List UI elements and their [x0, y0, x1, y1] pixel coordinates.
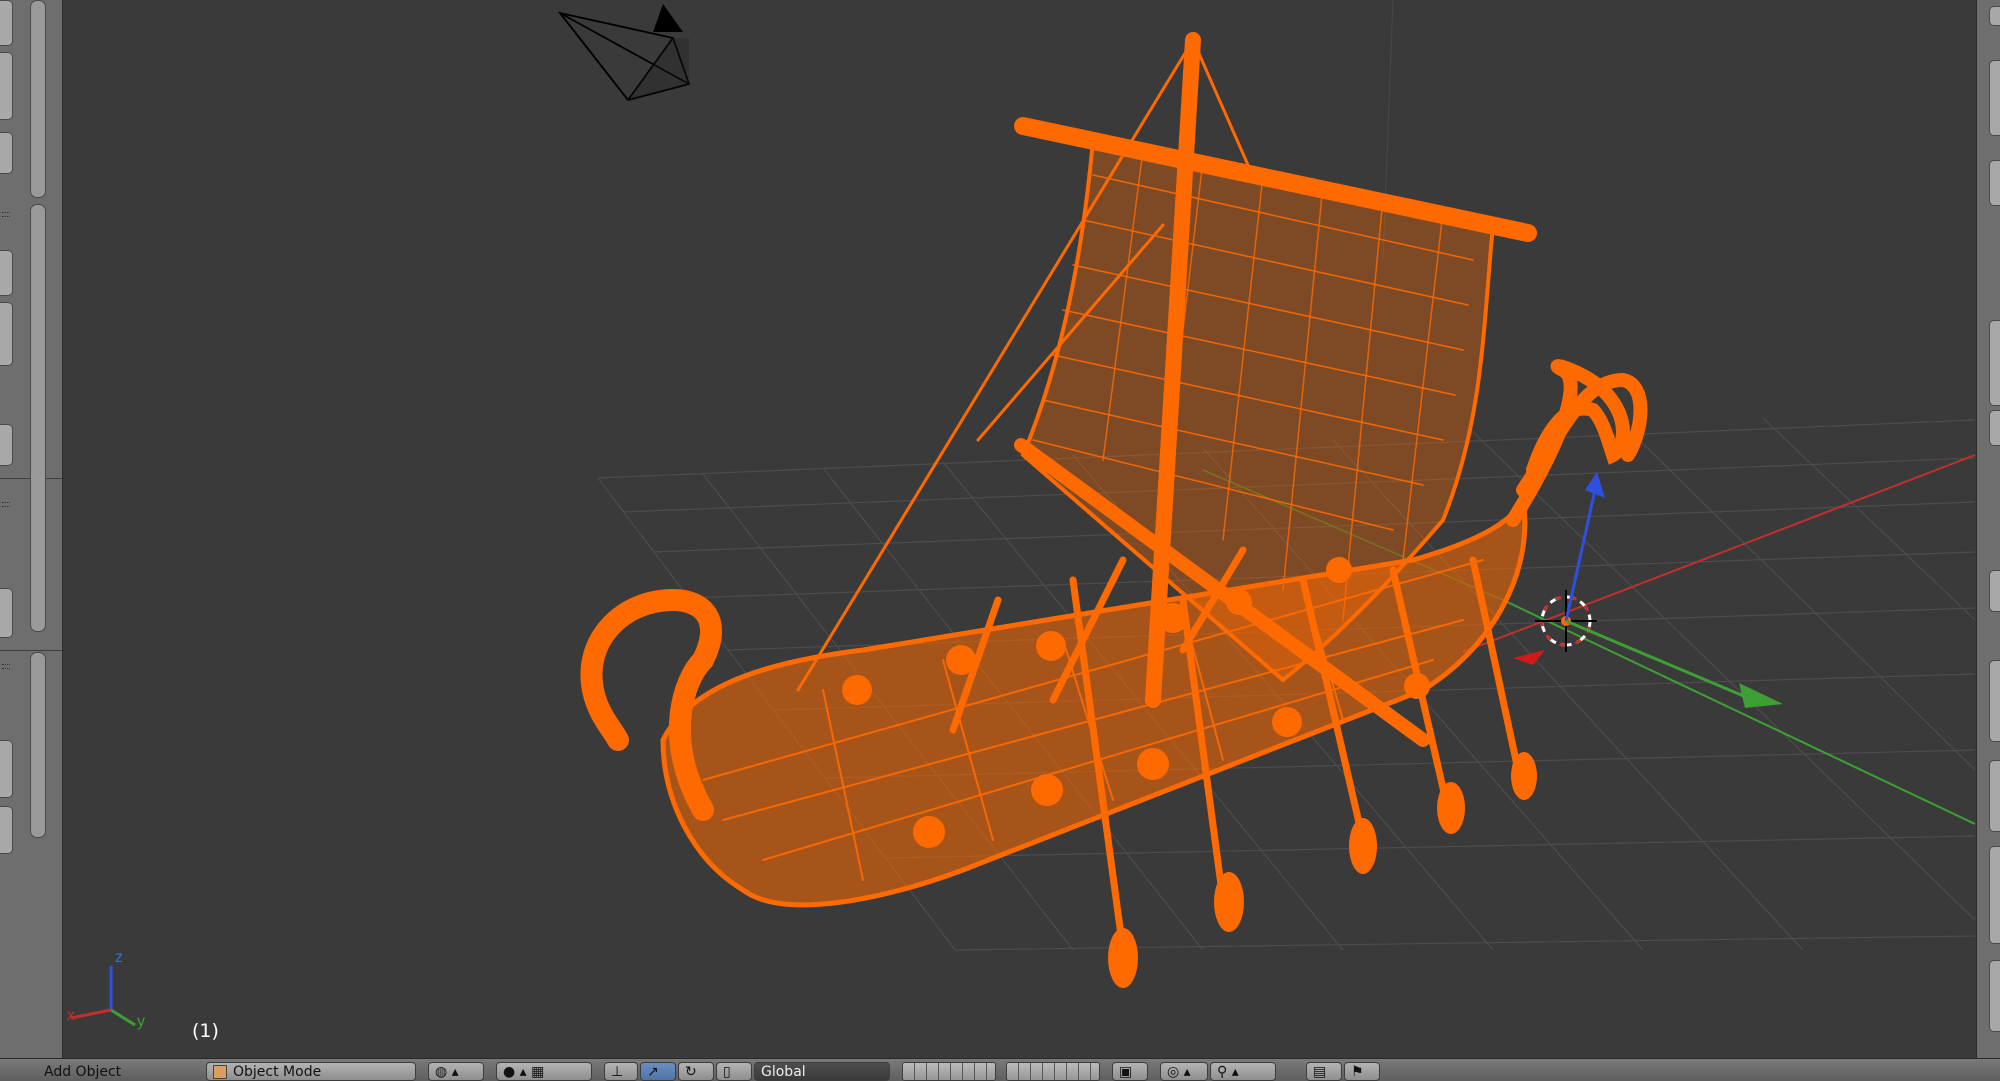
tool-shelf-tab-physics[interactable] [0, 302, 13, 366]
manipulator-toggle[interactable]: ⊥ [604, 1062, 638, 1081]
tool-shelf-scrollbar-top[interactable] [30, 0, 46, 198]
mode-selector-label: Object Mode [233, 1064, 322, 1080]
scale-button[interactable]: ▯ [716, 1062, 752, 1081]
layers-grid-2[interactable] [1006, 1062, 1100, 1081]
properties-shelf [1976, 0, 2000, 1058]
y-axis-line [1502, 599, 1975, 825]
viewport-canvas[interactable]: z y x [63, 0, 1975, 1058]
panel-drag-handle[interactable] [2, 212, 10, 217]
proportional-edit-button[interactable]: ◎ ▴ [1160, 1062, 1208, 1081]
proportional-edit-icon: ◎ ▴ [1167, 1064, 1191, 1080]
gizmo-y-label: y [137, 1013, 145, 1030]
properties-shelf-tab[interactable] [1989, 846, 2000, 944]
tool-shelf-tab-extra[interactable] [0, 806, 13, 854]
panel-divider [0, 650, 62, 651]
render-animation-icon: ⚑ [1351, 1064, 1364, 1080]
panel-drag-handle[interactable] [2, 502, 10, 507]
properties-shelf-tab[interactable] [1989, 6, 2000, 26]
tool-shelf-tab-options[interactable] [0, 740, 13, 798]
header-menu-add-object[interactable]: Add Object [44, 1063, 121, 1081]
snap-icon: ⚲ ▴ [1217, 1064, 1239, 1080]
properties-shelf-tab[interactable] [1989, 760, 2000, 832]
render-icon: ▤ [1313, 1064, 1327, 1080]
3d-view-header: Add Object Object Mode ◍ ▴ ● ▴ ▦ ⊥ ↗ ↻ ▯… [0, 1058, 2000, 1081]
properties-shelf-tab[interactable] [1989, 320, 2000, 406]
properties-shelf-tab[interactable] [1989, 410, 2000, 446]
layers-grid-1[interactable] [902, 1062, 996, 1081]
gizmo-z-label: z [115, 949, 123, 966]
tool-shelf-tab-create[interactable] [0, 52, 13, 120]
current-frame-label: (1) [192, 1020, 219, 1042]
pivot-icon: ● ▴ ▦ [503, 1064, 545, 1080]
panel-drag-handle[interactable] [2, 664, 10, 669]
snap-button[interactable]: ⚲ ▴ [1210, 1062, 1276, 1081]
rotate-button[interactable]: ↻ [678, 1062, 714, 1081]
tool-shelf-tab-tools[interactable] [0, 0, 13, 46]
lock-button[interactable]: ▣ [1112, 1062, 1148, 1081]
properties-shelf-tab[interactable] [1989, 660, 2000, 742]
orientation-gizmo [70, 966, 136, 1027]
orientation-label: Global [761, 1064, 806, 1080]
tool-shelf-scrollbar-bottom[interactable] [30, 652, 46, 838]
render-button[interactable]: ▤ [1306, 1062, 1342, 1081]
render-animation-button[interactable]: ⚑ [1344, 1062, 1380, 1081]
viewport-shading-icon: ◍ ▴ [435, 1064, 459, 1080]
scale-icon: ▯ [723, 1064, 731, 1080]
mode-selector[interactable]: Object Mode [206, 1062, 416, 1081]
tool-shelf-scrollbar[interactable] [30, 204, 46, 632]
properties-shelf-tab[interactable] [1989, 60, 2000, 136]
properties-shelf-tab[interactable] [1989, 570, 2000, 612]
translate-button[interactable]: ↗ [640, 1062, 676, 1081]
rotate-icon: ↻ [685, 1064, 697, 1080]
pivot-point-button[interactable]: ● ▴ ▦ [496, 1062, 592, 1081]
translate-icon: ↗ [647, 1064, 659, 1080]
properties-shelf-tab[interactable] [1989, 160, 2000, 206]
gizmo-x-label: x [67, 1007, 75, 1024]
manipulator-icon: ⊥ [611, 1064, 624, 1080]
lock-icon: ▣ [1119, 1064, 1133, 1080]
tool-shelf-tab-relations[interactable] [0, 132, 13, 174]
orientation-selector[interactable]: Global [754, 1062, 890, 1081]
camera-object[interactable] [557, 4, 691, 102]
tool-shelf-tab-grease-pencil[interactable] [0, 424, 13, 466]
mesh-cube-icon [213, 1065, 227, 1079]
properties-shelf-tab[interactable] [1989, 960, 2000, 1032]
viewport-shading-button[interactable]: ◍ ▴ [428, 1062, 484, 1081]
transform-manipulator[interactable] [1564, 472, 1783, 708]
tool-shelf-tab-animation[interactable] [0, 250, 13, 296]
3d-viewport[interactable]: z y x (1) [63, 0, 1975, 1058]
tool-shelf-tab-misc[interactable] [0, 588, 13, 638]
tool-shelf [0, 0, 63, 1058]
